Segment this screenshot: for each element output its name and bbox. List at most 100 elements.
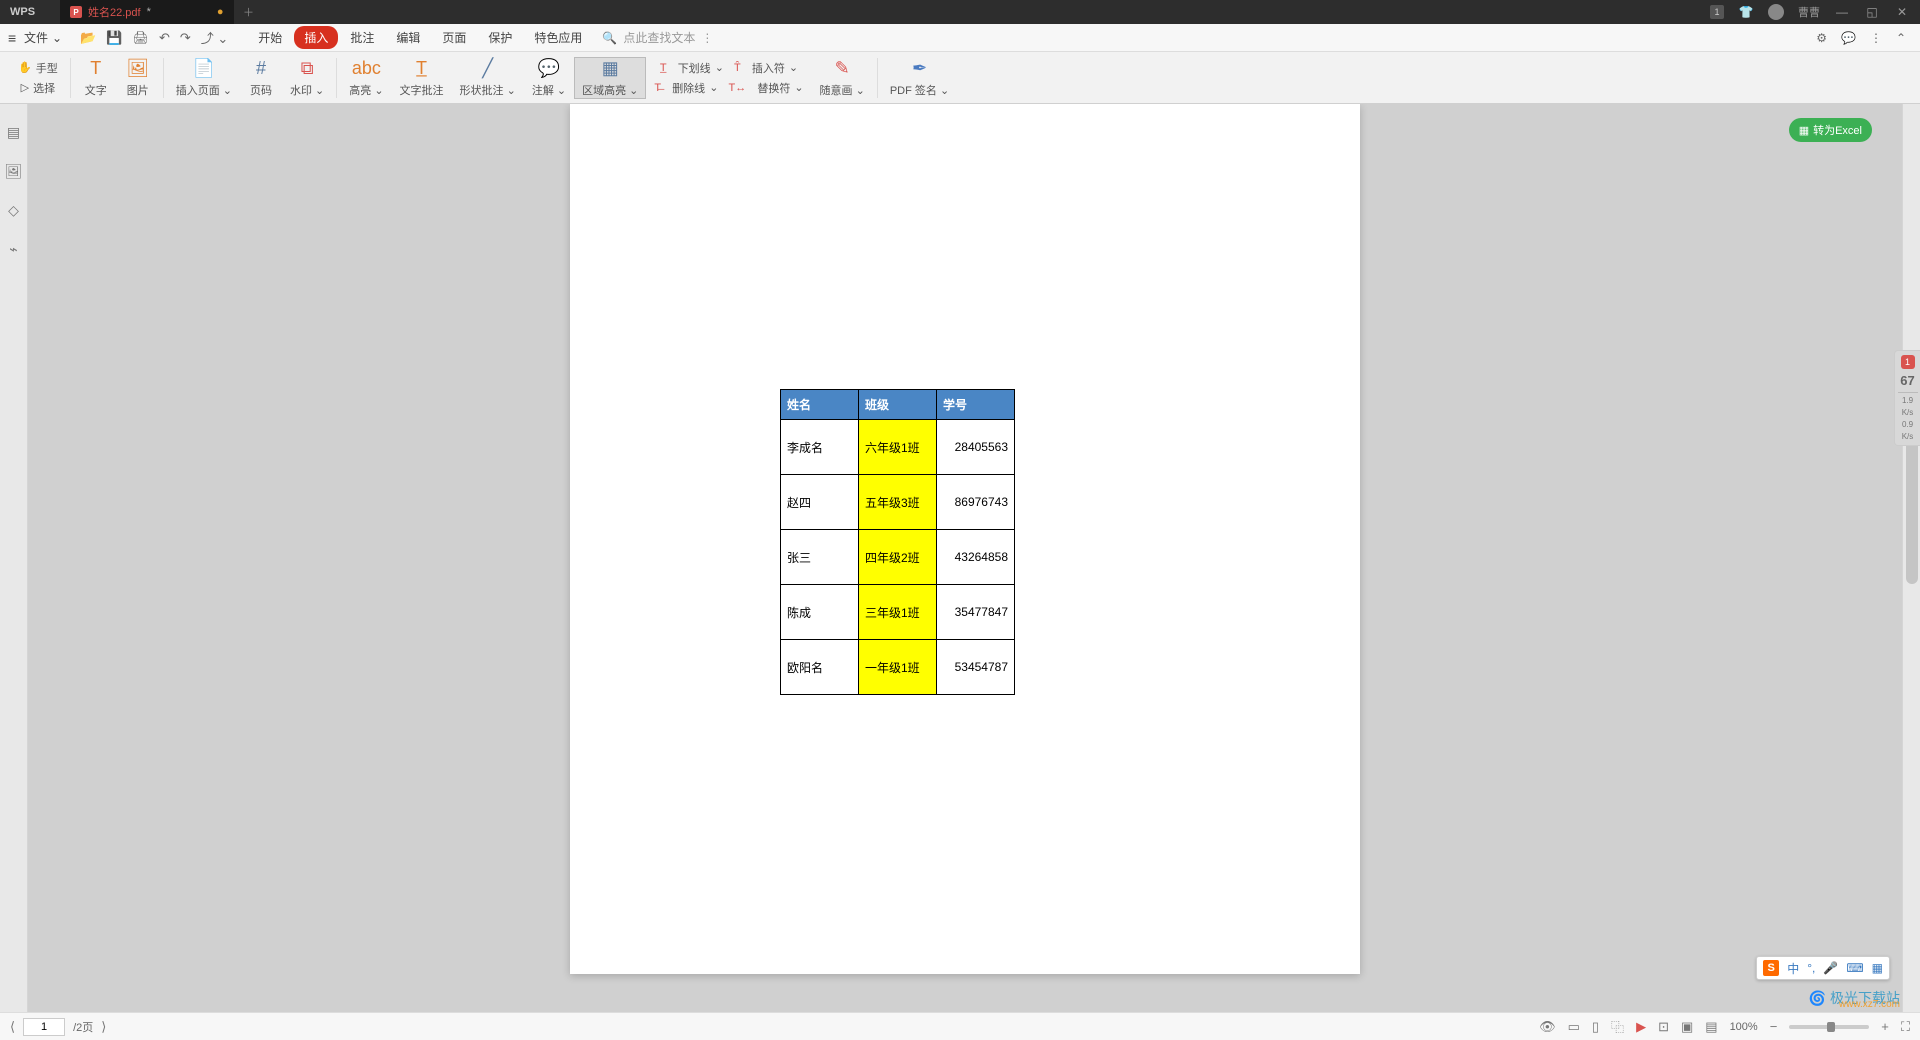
tool-insert-page[interactable]: 📄插入页面 ⌄ [168, 58, 240, 98]
search-placeholder: 点此查找文本 [623, 29, 695, 46]
feedback-icon[interactable]: 💬 [1841, 31, 1856, 45]
th-name: 姓名 [781, 390, 859, 420]
next-page-icon[interactable]: ⟩ [101, 1019, 106, 1035]
document-tab[interactable]: P 姓名22.pdf * ● [60, 0, 234, 24]
image-icon: 🖼 [126, 58, 149, 80]
tab-start[interactable]: 开始 [248, 26, 292, 49]
tab-edit[interactable]: 编辑 [386, 26, 430, 49]
tool-annotate[interactable]: 💬注解 ⌄ [524, 58, 574, 98]
tab-insert[interactable]: 插入 [294, 26, 338, 49]
ime-bar[interactable]: S 中 °, 🎤 ⌨ ▦ [1756, 956, 1890, 980]
collapse-ribbon-icon[interactable]: ⌃ [1896, 31, 1906, 45]
close-button[interactable]: ✕ [1894, 4, 1910, 20]
file-label: 文件 [24, 29, 48, 46]
tab-annotate[interactable]: 批注 [340, 26, 384, 49]
table-row: 陈成三年级1班35477847 [781, 585, 1015, 640]
thumbnails-icon[interactable]: ▤ [7, 124, 20, 141]
tool-underline-strike[interactable]: T̲ 下划线 ⌄ T̂ 插入符 ⌄ T̶ 删除线 ⌄ T↔ 替换符 ⌄ [646, 58, 811, 98]
export-icon[interactable]: ⤴ ⌄ [201, 28, 229, 47]
tool-hand-select[interactable]: ✋手型 ▷选择 [10, 58, 66, 98]
view-mode3-icon[interactable]: ⿻ [1611, 1017, 1624, 1036]
search-box[interactable]: 🔍 点此查找文本 ⋮ [602, 29, 713, 46]
tool-shape-annot[interactable]: ╱形状批注 ⌄ [452, 58, 524, 98]
book-view-icon[interactable]: ▤ [1705, 1019, 1717, 1035]
new-tab-button[interactable]: ＋ [234, 4, 264, 20]
tool-page-number[interactable]: #页码 [240, 58, 282, 98]
vertical-scrollbar[interactable] [1902, 104, 1920, 1012]
tab-features[interactable]: 特色应用 [524, 26, 592, 49]
canvas[interactable]: ▦ 转为Excel 姓名 班级 学号 李成名六年级1班28405563 赵四五年… [28, 104, 1902, 1012]
zoom-out-icon[interactable]: − [1770, 1019, 1778, 1034]
user-avatar[interactable] [1768, 4, 1784, 20]
tag-icon[interactable]: ◇ [8, 202, 19, 219]
search-icon: 🔍 [602, 31, 617, 45]
tool-highlight[interactable]: abc高亮 ⌄ [341, 58, 391, 98]
attachment-icon[interactable]: ⌁ [9, 241, 17, 258]
grid-icon[interactable]: ▦ [1872, 961, 1883, 975]
convert-excel-button[interactable]: ▦ 转为Excel [1789, 118, 1872, 142]
ribbon-tabs: 开始 插入 批注 编辑 页面 保护 特色应用 [248, 26, 592, 49]
tab-page[interactable]: 页面 [432, 26, 476, 49]
highlight-icon: abc [352, 58, 381, 80]
fit-page-icon[interactable]: ▣ [1681, 1019, 1693, 1035]
more-icon[interactable]: ⋮ [1870, 31, 1882, 45]
file-menu[interactable]: 文件 ⌄ [0, 29, 70, 46]
page-input[interactable] [23, 1018, 65, 1036]
tab-filename: 姓名22.pdf [88, 4, 141, 20]
tool-watermark[interactable]: ⧉水印 ⌄ [282, 58, 332, 98]
bookmarks-icon[interactable]: 🖼 [5, 163, 23, 180]
eye-icon[interactable]: 👁 [1539, 1019, 1556, 1035]
zoom-in-icon[interactable]: + [1881, 1019, 1889, 1034]
mic-icon[interactable]: 🎤 [1823, 961, 1838, 975]
fit-width-icon[interactable]: ⊡ [1658, 1019, 1669, 1035]
chevron-down-icon: ⌄ [52, 31, 62, 45]
tool-freehand[interactable]: ✎随意画 ⌄ [812, 58, 873, 98]
page-number-icon: # [256, 58, 266, 80]
maximize-button[interactable]: ◱ [1864, 4, 1880, 20]
undo-icon[interactable]: ↶ [159, 30, 170, 46]
watermark-icon: ⧉ [301, 58, 314, 80]
tool-pdf-sign[interactable]: ✒PDF 签名 ⌄ [882, 58, 957, 98]
table-row: 李成名六年级1班28405563 [781, 420, 1015, 475]
ime-punct[interactable]: °, [1807, 961, 1815, 975]
table-row: 赵四五年级3班86976743 [781, 475, 1015, 530]
open-icon[interactable]: 📂 [80, 30, 96, 46]
play-icon[interactable]: ▶ [1636, 1019, 1646, 1035]
keyboard-icon[interactable]: ⌨ [1846, 961, 1863, 975]
gauge-up: 1.9 [1902, 397, 1913, 405]
gauge-percent: 67 [1900, 373, 1914, 388]
status-bar: ⟨ /2页 ⟩ 👁 ▭ ▯ ⿻ ▶ ⊡ ▣ ▤ 100% − + ⛶ [0, 1012, 1920, 1040]
zoom-slider-thumb[interactable] [1827, 1022, 1835, 1032]
gauge-up-unit: K/s [1902, 409, 1914, 417]
prev-page-icon[interactable]: ⟨ [10, 1019, 15, 1035]
redo-icon[interactable]: ↷ [180, 30, 191, 46]
view-mode2-icon[interactable]: ▯ [1592, 1019, 1599, 1035]
pdf-icon: P [70, 6, 82, 18]
watermark-logo-icon: 🌀 [1809, 990, 1826, 1007]
tool-text[interactable]: T文字 [75, 58, 117, 98]
zoom-slider[interactable] [1789, 1025, 1869, 1029]
tab-protect[interactable]: 保护 [478, 26, 522, 49]
hand-icon: ✋ [18, 61, 32, 74]
ime-lang[interactable]: 中 [1787, 960, 1799, 977]
tool-area-highlight[interactable]: ▦区域高亮 ⌄ [574, 57, 646, 99]
network-gauge[interactable]: 1 67 1.9 K/s 0.9 K/s [1894, 350, 1920, 446]
skin-icon[interactable]: 👕 [1738, 4, 1754, 20]
tab-modified: * [147, 6, 151, 18]
save-icon[interactable]: 💾 [106, 30, 122, 46]
table-row: 欧阳名一年级1班53454787 [781, 640, 1015, 695]
view-mode1-icon[interactable]: ▭ [1568, 1019, 1580, 1035]
minimize-button[interactable]: — [1834, 4, 1850, 20]
window-controls: 1 👕 曹曹 — ◱ ✕ [1710, 4, 1920, 20]
tool-image[interactable]: 🖼图片 [117, 58, 159, 98]
settings-icon[interactable]: ⚙ [1816, 31, 1827, 45]
gauge-dn: 0.9 [1902, 421, 1913, 429]
zoom-level: 100% [1730, 1021, 1758, 1033]
tool-text-annot[interactable]: T̲文字批注 [392, 58, 452, 98]
notification-badge[interactable]: 1 [1710, 5, 1724, 19]
table-row: 张三四年级2班43264858 [781, 530, 1015, 585]
print-icon[interactable]: 🖨 [132, 30, 149, 46]
note-icon: 💬 [538, 58, 560, 80]
pencil-icon: ✎ [835, 58, 850, 80]
fullscreen-icon[interactable]: ⛶ [1901, 1019, 1910, 1035]
